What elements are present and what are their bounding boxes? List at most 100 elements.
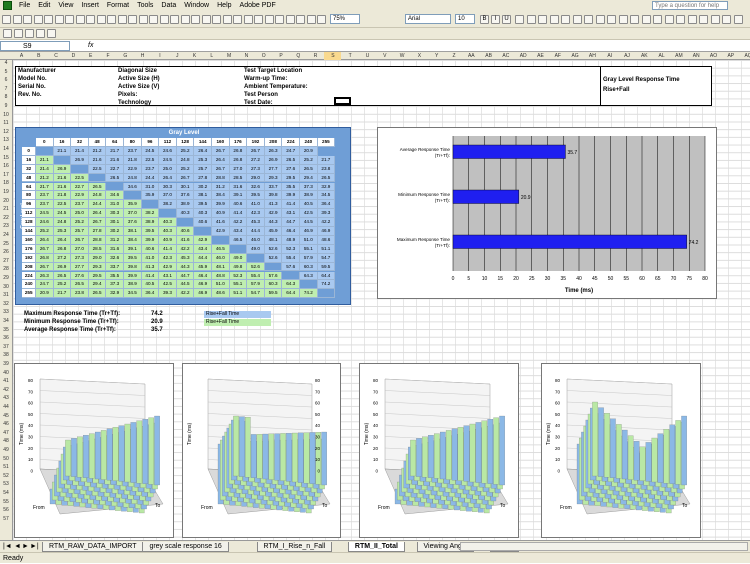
row-header[interactable]: 8 xyxy=(0,94,12,100)
toolbar-button-icon[interactable] xyxy=(138,15,148,24)
sheet-tab[interactable]: grey scale response 16 xyxy=(142,542,229,552)
row-header[interactable]: 52 xyxy=(0,473,12,479)
format-button-icon[interactable] xyxy=(630,15,639,24)
next-sheet-icon[interactable]: ► xyxy=(22,542,29,552)
row-header[interactable]: 14 xyxy=(0,146,12,152)
row-header[interactable]: 38 xyxy=(0,352,12,358)
menu-window[interactable]: Window xyxy=(180,2,213,9)
help-search-input[interactable]: Type a question for help xyxy=(652,1,728,10)
excel-app-icon[interactable] xyxy=(3,1,12,10)
row-header[interactable]: 43 xyxy=(0,395,12,401)
column-header[interactable]: AJ xyxy=(619,52,636,60)
pdf-toolbar-icon[interactable] xyxy=(25,29,34,38)
pdf-toolbar-icon[interactable] xyxy=(14,29,23,38)
menu-format[interactable]: Format xyxy=(103,2,133,9)
column-header[interactable]: I xyxy=(151,52,168,60)
row-header[interactable]: 49 xyxy=(0,447,12,453)
format-button-icon[interactable] xyxy=(641,15,651,24)
format-button-icon[interactable] xyxy=(607,15,616,24)
format-button-icon[interactable] xyxy=(561,15,570,24)
toolbar-button-icon[interactable] xyxy=(159,15,169,24)
column-header[interactable]: Z xyxy=(446,52,463,60)
italic-button[interactable]: I xyxy=(491,15,500,24)
toolbar-button-icon[interactable] xyxy=(23,15,32,24)
row-header[interactable]: 42 xyxy=(0,387,12,393)
row-header[interactable]: 21 xyxy=(0,206,12,212)
column-header[interactable]: AP xyxy=(722,52,739,60)
format-button-icon[interactable] xyxy=(584,15,593,24)
menu-tools[interactable]: Tools xyxy=(133,2,157,9)
format-button-icon[interactable] xyxy=(538,15,547,24)
format-button-icon[interactable] xyxy=(572,15,582,24)
last-sheet-icon[interactable]: ►| xyxy=(30,542,39,552)
toolbar-button-icon[interactable] xyxy=(233,15,242,24)
row-header[interactable]: 55 xyxy=(0,499,12,505)
column-header[interactable]: N xyxy=(238,52,255,60)
toolbar-button-icon[interactable] xyxy=(201,15,211,24)
column-header[interactable]: J xyxy=(169,52,186,60)
row-header[interactable]: 31 xyxy=(0,292,12,298)
row-header[interactable]: 40 xyxy=(0,370,12,376)
column-header[interactable]: C xyxy=(48,52,65,60)
toolbar-button-icon[interactable] xyxy=(117,15,127,24)
row-header[interactable]: 27 xyxy=(0,258,12,264)
toolbar-button-icon[interactable] xyxy=(149,15,158,24)
row-header[interactable]: 32 xyxy=(0,301,12,307)
row-header[interactable]: 56 xyxy=(0,507,12,513)
row-header[interactable]: 25 xyxy=(0,241,12,247)
row-header[interactable]: 26 xyxy=(0,249,12,255)
row-header[interactable]: 4 xyxy=(0,60,12,66)
selected-cell[interactable] xyxy=(334,97,351,105)
row-header[interactable]: 44 xyxy=(0,404,12,410)
row-header[interactable]: 5 xyxy=(0,69,12,75)
column-header[interactable]: E xyxy=(82,52,99,60)
row-header[interactable]: 50 xyxy=(0,456,12,462)
format-button-icon[interactable] xyxy=(722,15,731,24)
menu-insert[interactable]: Insert xyxy=(77,2,103,9)
row-header[interactable]: 34 xyxy=(0,318,12,324)
column-header[interactable]: X xyxy=(411,52,428,60)
toolbar-button-icon[interactable] xyxy=(296,15,305,24)
fx-icon[interactable]: fx xyxy=(88,42,93,49)
toolbar-button-icon[interactable] xyxy=(317,15,326,24)
menu-help[interactable]: Help xyxy=(213,2,235,9)
prev-sheet-icon[interactable]: ◄ xyxy=(14,542,21,552)
row-header[interactable]: 18 xyxy=(0,180,12,186)
row-header[interactable]: 9 xyxy=(0,103,12,109)
row-header[interactable]: 15 xyxy=(0,155,12,161)
surface-chart-4[interactable]: 80 70 60 50 40 30 20 10 0 Time (ms) From To xyxy=(541,363,701,538)
menu-file[interactable]: File xyxy=(15,2,34,9)
horizontal-scrollbar[interactable] xyxy=(460,542,748,551)
row-header[interactable]: 7 xyxy=(0,86,12,92)
column-header[interactable]: K xyxy=(186,52,203,60)
row-header[interactable]: 33 xyxy=(0,309,12,315)
row-header[interactable]: 23 xyxy=(0,223,12,229)
toolbar-button-icon[interactable] xyxy=(254,15,263,24)
row-header[interactable]: 47 xyxy=(0,430,12,436)
toolbar-button-icon[interactable] xyxy=(180,15,190,24)
row-header[interactable]: 41 xyxy=(0,378,12,384)
row-header[interactable]: 57 xyxy=(0,516,12,522)
name-box[interactable]: S9 xyxy=(0,41,70,51)
pdf-toolbar-icon[interactable] xyxy=(36,29,45,38)
zoom-select[interactable]: 75% xyxy=(330,14,360,24)
format-button-icon[interactable] xyxy=(515,15,524,24)
column-header[interactable]: AO xyxy=(705,52,722,60)
toolbar-button-icon[interactable] xyxy=(170,15,179,24)
underline-button[interactable]: U xyxy=(502,15,511,24)
row-header[interactable]: 29 xyxy=(0,275,12,281)
column-header[interactable]: AK xyxy=(636,52,653,60)
column-header[interactable]: G xyxy=(117,52,134,60)
toolbar-button-icon[interactable] xyxy=(2,15,11,24)
toolbar-button-icon[interactable] xyxy=(222,15,232,24)
toolbar-button-icon[interactable] xyxy=(65,15,74,24)
menu-edit[interactable]: Edit xyxy=(34,2,54,9)
toolbar-button-icon[interactable] xyxy=(12,15,22,24)
row-header[interactable]: 45 xyxy=(0,413,12,419)
toolbar-button-icon[interactable] xyxy=(86,15,95,24)
format-button-icon[interactable] xyxy=(676,15,685,24)
surface-chart-3[interactable]: 80 70 60 50 40 30 20 10 0 Time (ms) From To xyxy=(359,363,519,538)
row-header[interactable]: 46 xyxy=(0,421,12,427)
format-button-icon[interactable] xyxy=(664,15,674,24)
column-header[interactable]: Y xyxy=(428,52,445,60)
